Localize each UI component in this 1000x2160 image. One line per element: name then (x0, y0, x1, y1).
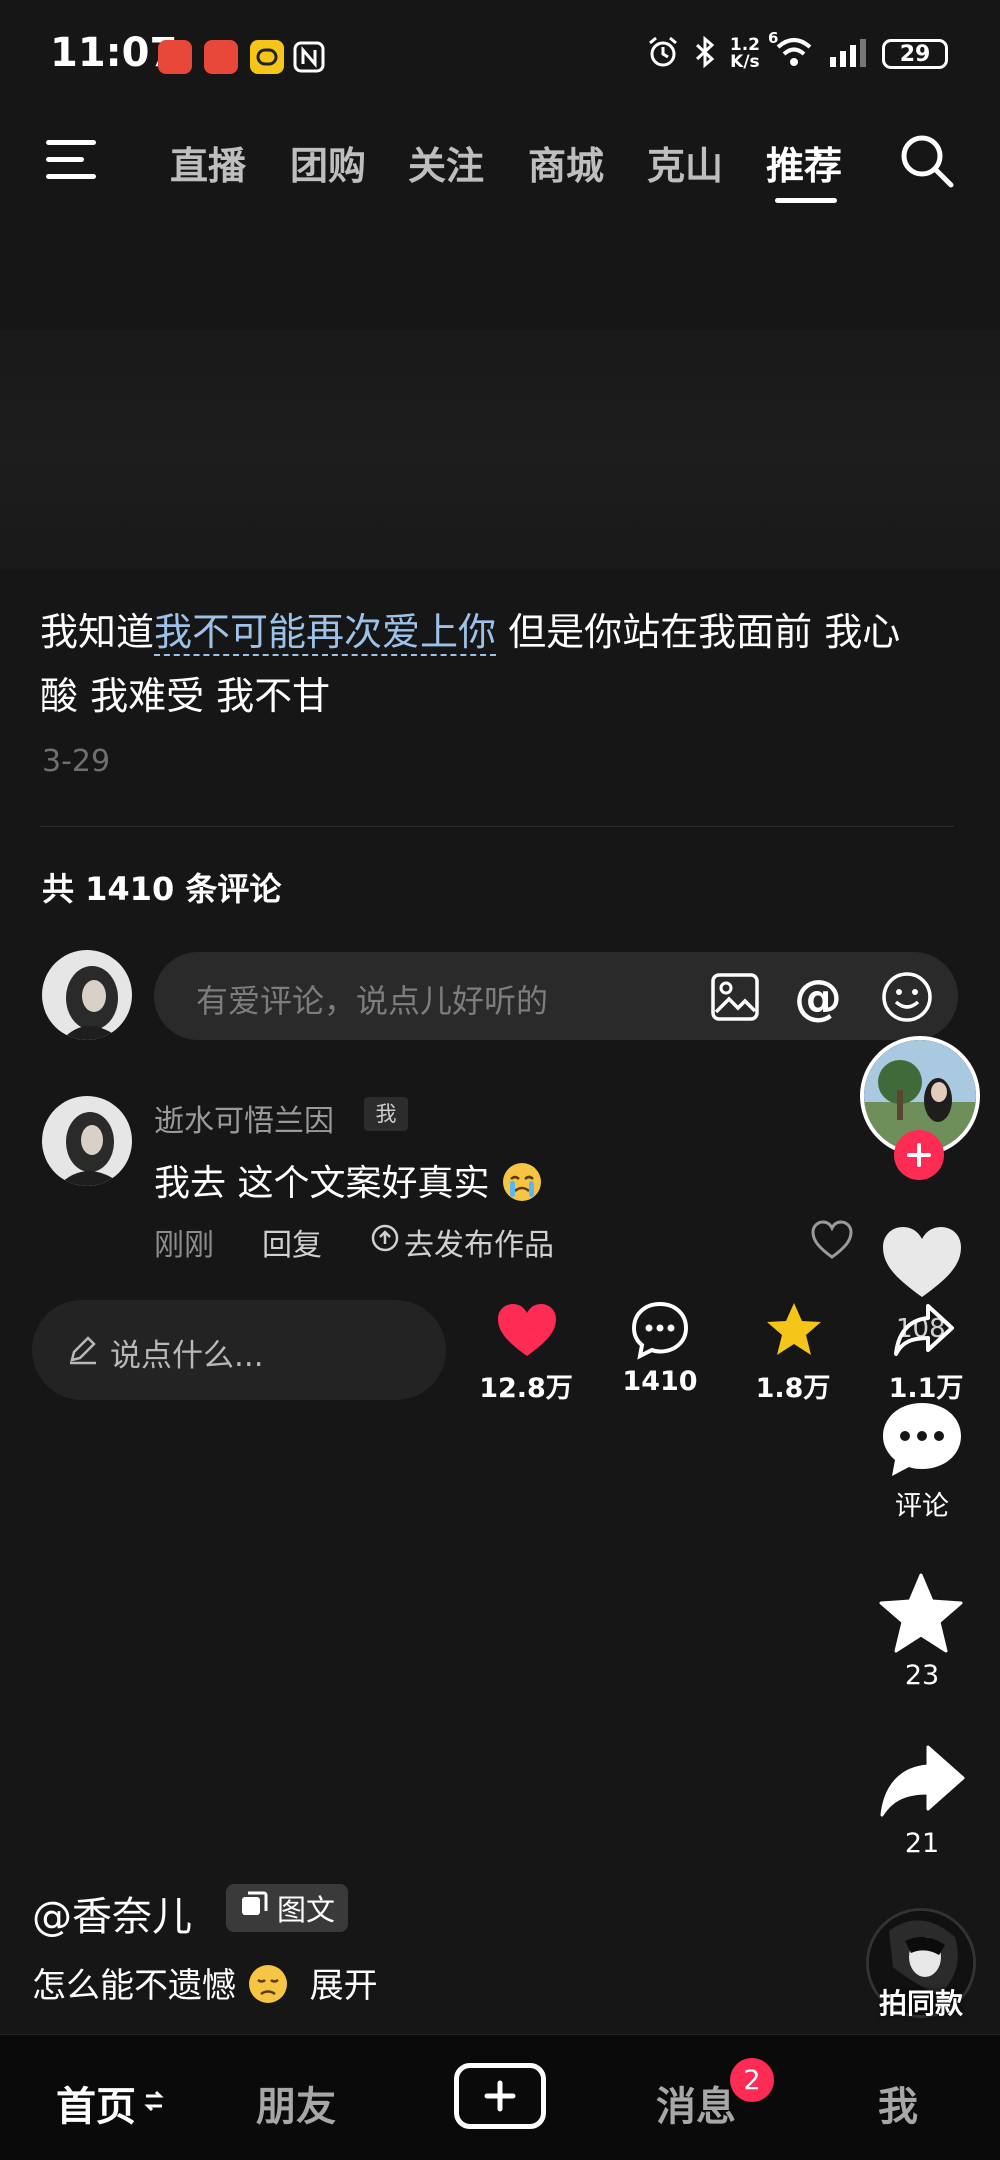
huawei-app-icon (204, 40, 238, 74)
tab-group-buy[interactable]: 团购 (290, 135, 366, 190)
menu-icon[interactable] (46, 138, 100, 186)
status-indicators: 1.2 K/s 6 29 (646, 29, 948, 76)
wifi-icon: 6 (768, 29, 814, 73)
author-name[interactable]: @香奈儿 (32, 1884, 192, 1942)
post-caption: 我知道我不可能再次爱上你 但是你站在我面前 我心 酸 我难受 我不甘 (40, 610, 901, 718)
mention-icon[interactable]: @ (794, 970, 842, 1026)
network-type: 6 (768, 29, 779, 47)
post-image-backdrop (0, 330, 1000, 570)
caption-keyword-link[interactable]: 我不可能再次爱上你 (154, 610, 497, 656)
commenter-avatar[interactable] (42, 1096, 132, 1186)
rail-favorite-icon[interactable] (878, 1572, 964, 1658)
rail-comment-label: 评论 (895, 1491, 949, 1522)
search-icon[interactable] (898, 132, 956, 194)
post-type-tag: 图文 (226, 1884, 348, 1932)
comment-author[interactable]: 逝水可悟兰因 (154, 1096, 334, 1140)
battery-indicator: 29 (882, 39, 948, 69)
favorite-count: 1.8万 (755, 1373, 831, 1404)
comment-text: 我去 这个文案好真实 (154, 1154, 543, 1212)
tab-city[interactable]: 克山 (647, 135, 723, 190)
rail-favorite-count: 23 (904, 1660, 940, 1691)
bluetooth-icon (694, 35, 716, 73)
comment-input-placeholder: 有爱评论，说点儿好听的 (196, 982, 549, 1020)
nav-messages[interactable]: 消息 (656, 2074, 736, 2132)
refresh-arrows-icon (142, 2080, 166, 2126)
tab-following[interactable]: 关注 (408, 135, 484, 190)
huawei-app-icon (158, 40, 192, 74)
notification-app-icon (250, 40, 284, 74)
comment-total: 共 1410 条评论 (42, 870, 282, 908)
nav-me[interactable]: 我 (878, 2074, 918, 2132)
rail-like-icon[interactable] (880, 1224, 964, 1304)
reply-button[interactable]: 回复 (262, 1220, 322, 1264)
upload-circle-icon (370, 1223, 400, 1261)
expand-link[interactable]: 展开 (310, 1966, 378, 2006)
comment-like-icon[interactable] (810, 1220, 854, 1264)
image-icon[interactable] (710, 972, 760, 1026)
favorite-button[interactable] (763, 1300, 825, 1364)
plus-icon (484, 2080, 516, 2112)
rail-share-count: 21 (904, 1828, 940, 1859)
comment-time: 刚刚 (154, 1228, 214, 1263)
messages-badge: 2 (730, 2058, 774, 2102)
nav-home[interactable]: 首页 (56, 2074, 166, 2132)
say-something-input[interactable]: 说点什么... (32, 1300, 446, 1400)
disappointed-emoji-icon (247, 1963, 289, 2014)
crying-emoji-icon (501, 1161, 543, 1212)
active-tab-indicator (775, 198, 837, 203)
tab-mall[interactable]: 商城 (528, 135, 604, 190)
create-post-button[interactable] (454, 2063, 546, 2129)
comment-input[interactable]: 有爱评论，说点儿好听的 @ (154, 952, 958, 1040)
photo-stack-icon (239, 1890, 269, 1927)
tab-recommended[interactable]: 推荐 (766, 135, 842, 190)
publish-work-link[interactable]: 去发布作品 (370, 1220, 554, 1264)
divider (40, 826, 954, 827)
comment-count: 1410 (622, 1366, 698, 1397)
tab-live[interactable]: 直播 (170, 135, 246, 190)
post-description: 怎么能不遗憾 展开 (32, 1958, 378, 2014)
post-date: 3-29 (42, 744, 111, 779)
emoji-icon[interactable] (880, 970, 934, 1028)
say-placeholder: 说点什么... (110, 1338, 264, 1374)
nav-friends[interactable]: 朋友 (256, 2074, 336, 2132)
follow-plus-icon[interactable] (894, 1130, 944, 1180)
self-badge: 我 (364, 1097, 408, 1131)
rail-share-icon[interactable] (878, 1744, 966, 1822)
nfc-icon (292, 40, 326, 78)
like-count: 12.8万 (479, 1373, 573, 1404)
pencil-icon (66, 1332, 100, 1370)
like-count-overlay: 108 (896, 1314, 946, 1344)
like-button[interactable] (496, 1302, 558, 1362)
rail-comment-icon[interactable] (880, 1400, 964, 1484)
network-speed: 1.2 K/s (729, 35, 760, 72)
same-style-label[interactable]: 拍同款 (866, 1982, 976, 2022)
comment-bubble-icon[interactable] (630, 1300, 690, 1364)
my-avatar[interactable] (42, 950, 132, 1040)
signal-icon (828, 37, 868, 71)
alarm-icon (646, 35, 680, 73)
